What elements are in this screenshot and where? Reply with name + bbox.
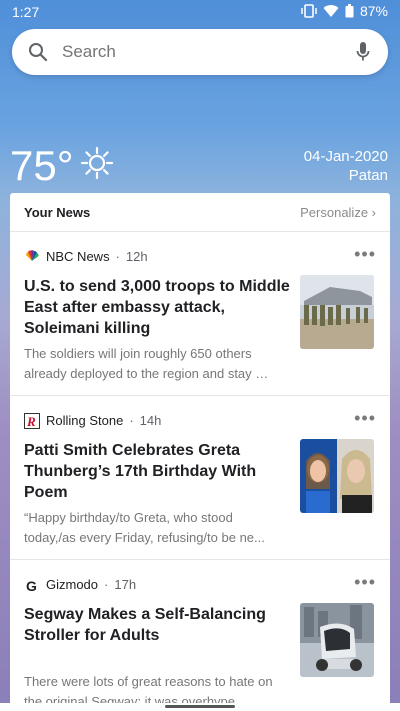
article-snippet: The soldiers will join roughly 650 other…: [24, 346, 269, 381]
rolling-stone-logo-icon: R: [24, 413, 40, 429]
gizmodo-logo-icon: G: [24, 577, 40, 594]
sun-icon[interactable]: [80, 146, 114, 185]
svg-text:G: G: [26, 578, 37, 593]
separator-dot: ·: [129, 413, 134, 428]
more-options-icon[interactable]: •••: [354, 244, 376, 265]
vibrate-icon: [301, 4, 317, 18]
search-icon: [28, 42, 48, 67]
article-headline[interactable]: U.S. to send 3,000 troops to Middle East…: [24, 276, 294, 339]
weather-date: 04-Jan-2020: [303, 148, 388, 165]
separator-dot: ·: [115, 249, 120, 264]
status-time: 1:27: [12, 4, 40, 20]
article-headline[interactable]: Patti Smith Celebrates Greta Thunberg’s …: [24, 440, 294, 503]
wifi-icon: [323, 4, 339, 18]
feed-header: Your News Personalize ›: [10, 193, 390, 232]
card-source-line: NBC News · 12h: [46, 249, 148, 264]
news-card[interactable]: NBC News · 12h ••• U.S. to send 3,000 troo…: [10, 232, 390, 396]
battery-percent: 87%: [359, 3, 388, 19]
source-name: Rolling Stone: [46, 413, 124, 428]
more-options-icon[interactable]: •••: [354, 572, 376, 593]
news-card[interactable]: R Rolling Stone · 14h ••• Patti Smith Cele…: [10, 396, 390, 560]
nbc-peacock-icon: [24, 249, 40, 265]
feed-title: Your News: [24, 205, 91, 220]
article-thumbnail[interactable]: [300, 439, 374, 513]
home-gesture-handle[interactable]: [165, 705, 235, 708]
mic-icon[interactable]: [356, 41, 370, 68]
search-placeholder: Search: [62, 42, 116, 61]
battery-icon: [345, 4, 354, 18]
article-thumbnail[interactable]: [300, 603, 374, 677]
personalize-link[interactable]: Personalize ›: [300, 205, 376, 220]
article-thumbnail[interactable]: [300, 275, 374, 349]
svg-text:R: R: [26, 414, 36, 429]
weather-temperature[interactable]: 75°: [10, 142, 74, 190]
article-snippet: “Happy birthday/to Greta, who stood toda…: [24, 510, 265, 545]
article-age: 17h: [114, 577, 137, 592]
article-headline[interactable]: Segway Makes a Self-Balancing Stroller f…: [24, 604, 294, 646]
more-options-icon[interactable]: •••: [354, 408, 376, 429]
separator-dot: ·: [104, 577, 109, 592]
source-name: NBC News: [46, 249, 110, 264]
card-source-line: Gizmodo · 17h: [46, 577, 136, 592]
card-source-line: Rolling Stone · 14h: [46, 413, 161, 428]
news-feed: Your News Personalize › NBC News · 12h •••…: [10, 193, 390, 703]
status-icons: 87%: [301, 3, 388, 19]
weather-location: Patan: [348, 167, 388, 184]
article-snippet: There were lots of great reasons to hate…: [24, 674, 273, 703]
article-age: 14h: [139, 413, 162, 428]
status-bar: 1:27 87%: [0, 0, 400, 24]
news-card[interactable]: G Gizmodo · 17h ••• Segway Makes a Self-Ba…: [10, 560, 390, 703]
source-name: Gizmodo: [46, 577, 99, 592]
search-bar[interactable]: Search: [12, 29, 388, 75]
article-age: 12h: [125, 249, 148, 264]
